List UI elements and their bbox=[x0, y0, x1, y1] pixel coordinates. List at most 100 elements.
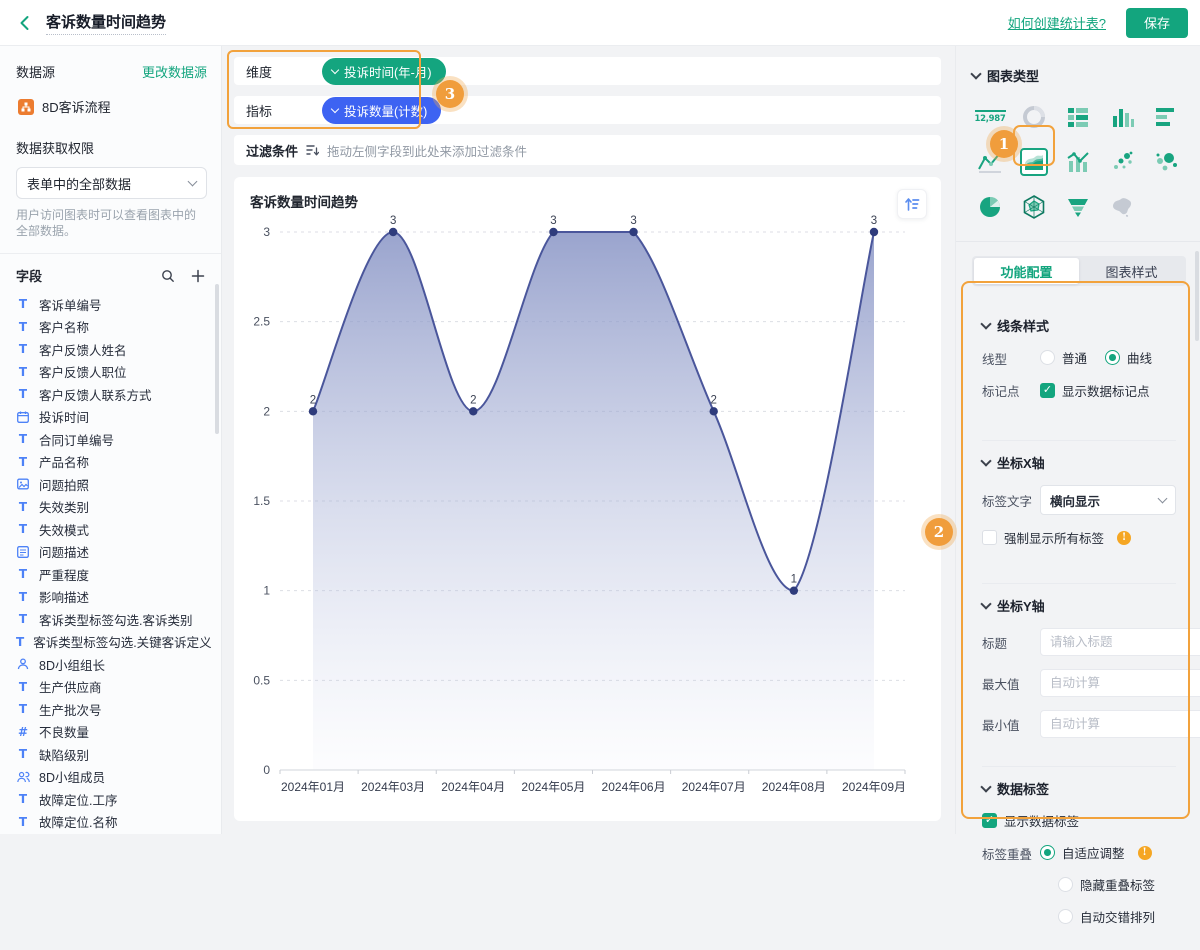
search-icon[interactable] bbox=[159, 267, 177, 285]
field-item[interactable]: T合同订单编号 bbox=[16, 428, 207, 451]
label-text-select[interactable]: 横向显示 bbox=[1040, 485, 1176, 515]
change-datasource-link[interactable]: 更改数据源 bbox=[142, 62, 207, 81]
rpanel-scrollbar[interactable] bbox=[1195, 251, 1199, 341]
radio-checked-icon[interactable] bbox=[1105, 350, 1120, 365]
sidebar-scrollbar[interactable] bbox=[215, 284, 219, 434]
datasource-item[interactable]: 8D客诉流程 bbox=[18, 97, 207, 116]
field-item[interactable]: 投诉时间 bbox=[16, 406, 207, 429]
field-item[interactable]: T客诉类型标签勾选.关键客诉定义 bbox=[16, 631, 207, 654]
line-style-header[interactable]: 线条样式 bbox=[982, 316, 1176, 335]
chart-type-bubble-chart[interactable] bbox=[1152, 148, 1180, 176]
checkbox-checked-icon[interactable] bbox=[1040, 383, 1055, 398]
line-type-曲线-option[interactable]: 曲线 bbox=[1105, 348, 1152, 367]
field-item[interactable]: T故障定位.工序 bbox=[16, 788, 207, 811]
radio-checked-icon[interactable] bbox=[1040, 845, 1055, 860]
field-item[interactable]: T严重程度 bbox=[16, 563, 207, 586]
checkbox-unchecked-icon[interactable] bbox=[982, 530, 997, 545]
chart-type-gauge[interactable] bbox=[1020, 103, 1048, 131]
chart-type-map-chart[interactable] bbox=[1108, 193, 1136, 221]
data-point-label: 2 bbox=[310, 394, 316, 406]
field-item[interactable]: T生产供应商 bbox=[16, 676, 207, 699]
overlap-自动交错排列-option[interactable]: 自动交错排列 bbox=[1058, 907, 1155, 926]
field-item[interactable]: T影响描述 bbox=[16, 586, 207, 609]
y-axis-header[interactable]: 坐标Y轴 bbox=[982, 596, 1176, 615]
chart-type-radar-chart[interactable] bbox=[1020, 193, 1048, 221]
field-item[interactable]: T缺陷级别 bbox=[16, 743, 207, 766]
y-axis-tick-label: 0 bbox=[263, 763, 270, 777]
y-min-input[interactable] bbox=[1040, 710, 1200, 738]
data-point[interactable] bbox=[629, 228, 637, 236]
line-type-普通-option[interactable]: 普通 bbox=[1040, 348, 1087, 367]
y-max-input[interactable] bbox=[1040, 669, 1200, 697]
y-title-input[interactable] bbox=[1040, 628, 1200, 656]
data-point[interactable] bbox=[710, 407, 718, 415]
chart-type-scatter-chart[interactable] bbox=[1108, 148, 1136, 176]
data-point[interactable] bbox=[469, 407, 477, 415]
chart-type-table[interactable] bbox=[1064, 103, 1092, 131]
field-item[interactable]: T生产批次号 bbox=[16, 698, 207, 721]
text-field-icon: T bbox=[16, 342, 30, 356]
tab-function-config[interactable]: 功能配置 bbox=[974, 258, 1079, 284]
bubble-chart-icon bbox=[1153, 149, 1179, 175]
show-marker-option[interactable]: 显示数据标记点 bbox=[1040, 381, 1150, 400]
info-icon[interactable]: ! bbox=[1138, 846, 1152, 860]
kpi-card-icon: 12,987 bbox=[975, 110, 1006, 124]
chart-type-line-chart[interactable] bbox=[976, 148, 1004, 176]
field-item[interactable]: 8D小组组长 bbox=[16, 653, 207, 676]
field-item[interactable]: T产品名称 bbox=[16, 451, 207, 474]
text-field-icon: T bbox=[16, 567, 30, 581]
page-title[interactable]: 客诉数量时间趋势 bbox=[46, 11, 166, 35]
chart-type-bar-chart[interactable] bbox=[1152, 103, 1180, 131]
y-max-label: 最大值 bbox=[982, 674, 1040, 693]
radio-unchecked-icon[interactable] bbox=[1040, 350, 1055, 365]
chart-type-section-header[interactable]: 图表类型 bbox=[972, 66, 1186, 85]
divider bbox=[0, 253, 221, 254]
field-label: 客户反馈人职位 bbox=[39, 362, 127, 381]
field-item[interactable]: T客诉单编号 bbox=[16, 293, 207, 316]
x-axis-header[interactable]: 坐标X轴 bbox=[982, 453, 1176, 472]
field-item[interactable]: T客户反馈人职位 bbox=[16, 361, 207, 384]
info-icon[interactable]: ! bbox=[1117, 531, 1131, 545]
data-point[interactable] bbox=[309, 407, 317, 415]
field-item[interactable]: T失效类别 bbox=[16, 496, 207, 519]
checkbox-checked-icon[interactable] bbox=[982, 813, 997, 828]
chart-type-combo-chart[interactable] bbox=[1064, 148, 1092, 176]
chart-type-funnel-chart[interactable] bbox=[1064, 193, 1092, 221]
sort-icon[interactable] bbox=[897, 189, 927, 219]
overlap-自适应调整-option[interactable]: 自适应调整! bbox=[1040, 843, 1155, 862]
field-item[interactable]: T客诉类型标签勾选.客诉类别 bbox=[16, 608, 207, 631]
chart-type-area-chart-selected[interactable] bbox=[1020, 148, 1048, 176]
field-item[interactable]: T失效模式 bbox=[16, 518, 207, 541]
data-point[interactable] bbox=[389, 228, 397, 236]
show-data-labels-option[interactable]: 显示数据标签 bbox=[982, 811, 1079, 830]
field-item[interactable]: T客户反馈人联系方式 bbox=[16, 383, 207, 406]
data-point[interactable] bbox=[549, 228, 557, 236]
tab-chart-style[interactable]: 图表样式 bbox=[1079, 258, 1184, 284]
save-button[interactable]: 保存 bbox=[1126, 8, 1188, 38]
data-point[interactable] bbox=[870, 228, 878, 236]
chart-type-column-chart[interactable] bbox=[1108, 103, 1136, 131]
back-icon[interactable] bbox=[12, 10, 38, 36]
field-item[interactable]: T故障定位.名称 bbox=[16, 811, 207, 834]
field-item[interactable]: 8D小组成员 bbox=[16, 766, 207, 789]
field-item[interactable]: T客户名称 bbox=[16, 316, 207, 339]
field-item[interactable]: 问题拍照 bbox=[16, 473, 207, 496]
data-point[interactable] bbox=[790, 586, 798, 594]
chart-type-kpi-card[interactable]: 12,987 bbox=[976, 103, 1004, 131]
add-field-icon[interactable] bbox=[189, 267, 207, 285]
field-item[interactable]: 问题描述 bbox=[16, 541, 207, 564]
chart-type-pie-chart[interactable] bbox=[976, 193, 1004, 221]
dimension-pill[interactable]: 投诉时间(年-月) bbox=[322, 58, 446, 85]
radio-unchecked-icon[interactable] bbox=[1058, 909, 1073, 924]
permission-select[interactable]: 表单中的全部数据 bbox=[16, 167, 207, 199]
overlap-隐藏重叠标签-option[interactable]: 隐藏重叠标签 bbox=[1058, 875, 1155, 894]
area-chart[interactable]: 00.511.522.53232332132024年01月2024年03月202… bbox=[250, 211, 925, 799]
radio-unchecked-icon[interactable] bbox=[1058, 877, 1073, 892]
how-to-create-link[interactable]: 如何创建统计表? bbox=[1008, 13, 1106, 32]
force-all-labels-option[interactable]: 强制显示所有标签 ! bbox=[982, 528, 1131, 547]
field-item[interactable]: T客户反馈人姓名 bbox=[16, 338, 207, 361]
filter-row[interactable]: 过滤条件 拖动左侧字段到此处来添加过滤条件 bbox=[234, 135, 941, 165]
metric-pill[interactable]: 投诉数量(计数) bbox=[322, 97, 441, 124]
field-item[interactable]: #不良数量 bbox=[16, 721, 207, 744]
data-labels-header[interactable]: 数据标签 bbox=[982, 779, 1176, 798]
